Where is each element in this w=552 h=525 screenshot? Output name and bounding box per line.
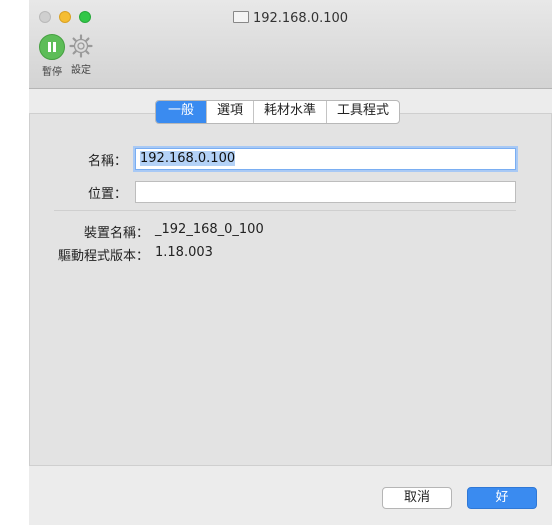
ok-button[interactable]: 好 — [467, 487, 537, 509]
tab-bar: 一般 選項 耗材水準 工具程式 — [155, 100, 401, 124]
settings-label: 設定 — [71, 65, 91, 76]
settings-button[interactable]: 設定 — [61, 34, 101, 76]
driver-version-value: 1.18.003 — [155, 245, 213, 260]
window-title: 192.168.0.100 — [252, 11, 349, 26]
location-label: 位置： — [87, 187, 127, 202]
gear-icon — [69, 34, 93, 58]
device-name-label: 裝置名稱： — [83, 226, 149, 241]
tab-general[interactable]: 一般 — [156, 101, 207, 123]
window-title-container: 192.168.0.100 — [29, 11, 552, 26]
tab-supply-levels[interactable]: 耗材水準 — [253, 101, 326, 123]
title-bar: 192.168.0.100 暫停 設定 — [29, 0, 552, 89]
name-field[interactable]: 192.168.0.100 — [135, 148, 516, 170]
name-label: 名稱： — [87, 154, 127, 169]
device-name-value: _192_168_0_100 — [155, 222, 264, 237]
tab-utility[interactable]: 工具程式 — [326, 101, 399, 123]
printer-settings-window: 192.168.0.100 暫停 設定 一般 選項 耗材水準 工具程式 名稱： … — [29, 0, 552, 525]
location-field[interactable] — [135, 181, 516, 203]
cancel-button[interactable]: 取消 — [382, 487, 452, 509]
tab-options[interactable]: 選項 — [206, 101, 253, 123]
driver-version-label: 驅動程式版本： — [57, 249, 149, 264]
divider — [54, 210, 516, 211]
name-field-value: 192.168.0.100 — [140, 151, 236, 166]
printer-document-icon — [232, 11, 249, 23]
